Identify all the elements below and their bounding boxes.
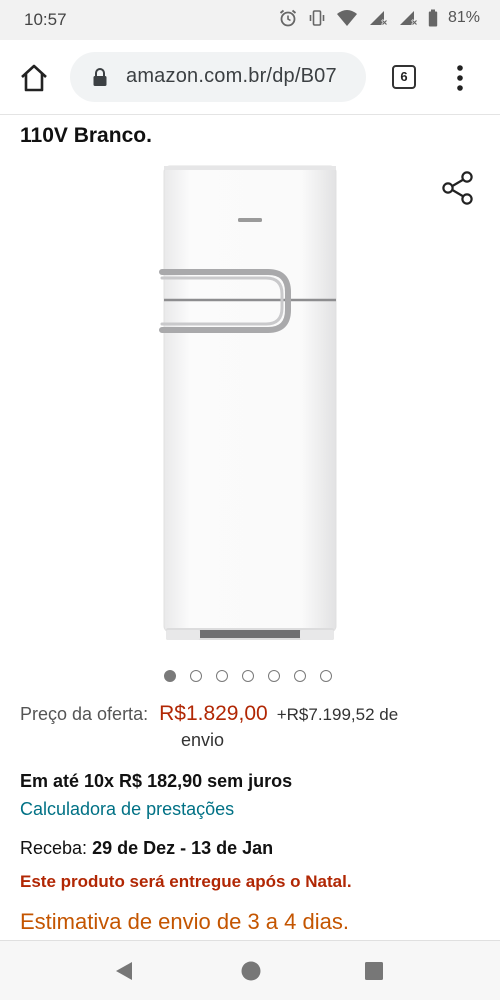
status-icons: 81%: [278, 8, 480, 28]
recents-icon[interactable]: [364, 961, 384, 981]
shipping-estimate: Estimativa de envio de 3 a 4 dias.: [20, 909, 349, 934]
alarm-icon: [279, 9, 297, 27]
installment-calculator-link[interactable]: Calculadora de prestações: [20, 799, 234, 820]
vibrate-icon: [309, 10, 325, 26]
url-text: amazon.com.br/dp/B07: [126, 65, 337, 87]
more-vert-icon[interactable]: [452, 64, 468, 92]
installments-text: Em até 10x R$ 182,90 sem juros: [20, 771, 293, 791]
share-icon[interactable]: [440, 170, 476, 206]
shipping-fee-suffix: envio: [181, 730, 225, 750]
back-icon[interactable]: [113, 960, 135, 982]
status-bar: 10:57 81%: [0, 0, 500, 40]
battery-icon: [428, 9, 438, 27]
refrigerator-image[interactable]: [150, 160, 350, 650]
wifi-icon: [336, 10, 357, 26]
carousel-dot[interactable]: [294, 670, 306, 682]
delivery-label: Receba:: [20, 838, 88, 858]
system-nav-bar: [0, 940, 500, 1000]
home-circle-icon[interactable]: [240, 960, 262, 982]
carousel-dot[interactable]: [320, 670, 332, 682]
signal-icon-2: [399, 11, 418, 26]
carousel-dot[interactable]: [164, 670, 176, 682]
carousel-dot[interactable]: [242, 670, 254, 682]
status-time: 10:57: [24, 10, 67, 29]
signal-icon-1: [369, 11, 388, 26]
shipping-fee: +R$7.199,52 de: [276, 705, 399, 724]
carousel-dot[interactable]: [216, 670, 228, 682]
price-label: Preço da oferta:: [20, 704, 149, 724]
lock-icon: [93, 68, 107, 86]
battery-percentage: 81%: [447, 9, 480, 26]
price-value: R$1.829,00: [159, 702, 268, 725]
carousel-dot[interactable]: [268, 670, 280, 682]
home-icon[interactable]: [18, 62, 50, 94]
browser-toolbar: amazon.com.br/dp/B07 6: [0, 40, 500, 115]
image-carousel-dots: [164, 670, 332, 682]
address-bar[interactable]: amazon.com.br/dp/B07: [70, 52, 366, 102]
price-row: Preço da oferta: R$1.829,00 +R$7.199,52 …: [20, 698, 480, 731]
page: 10:57 81% amazon.com.br/dp/B07 6 110V Br…: [0, 0, 500, 1000]
product-title: 110V Branco.: [20, 124, 152, 147]
delivery-row: Receba: 29 de Dez - 13 de Jan: [20, 838, 273, 859]
delivery-notice: Este produto será entregue após o Natal.: [20, 872, 352, 891]
tab-switcher-button[interactable]: 6: [392, 65, 416, 89]
delivery-dates: 29 de Dez - 13 de Jan: [92, 838, 274, 858]
carousel-dot[interactable]: [190, 670, 202, 682]
